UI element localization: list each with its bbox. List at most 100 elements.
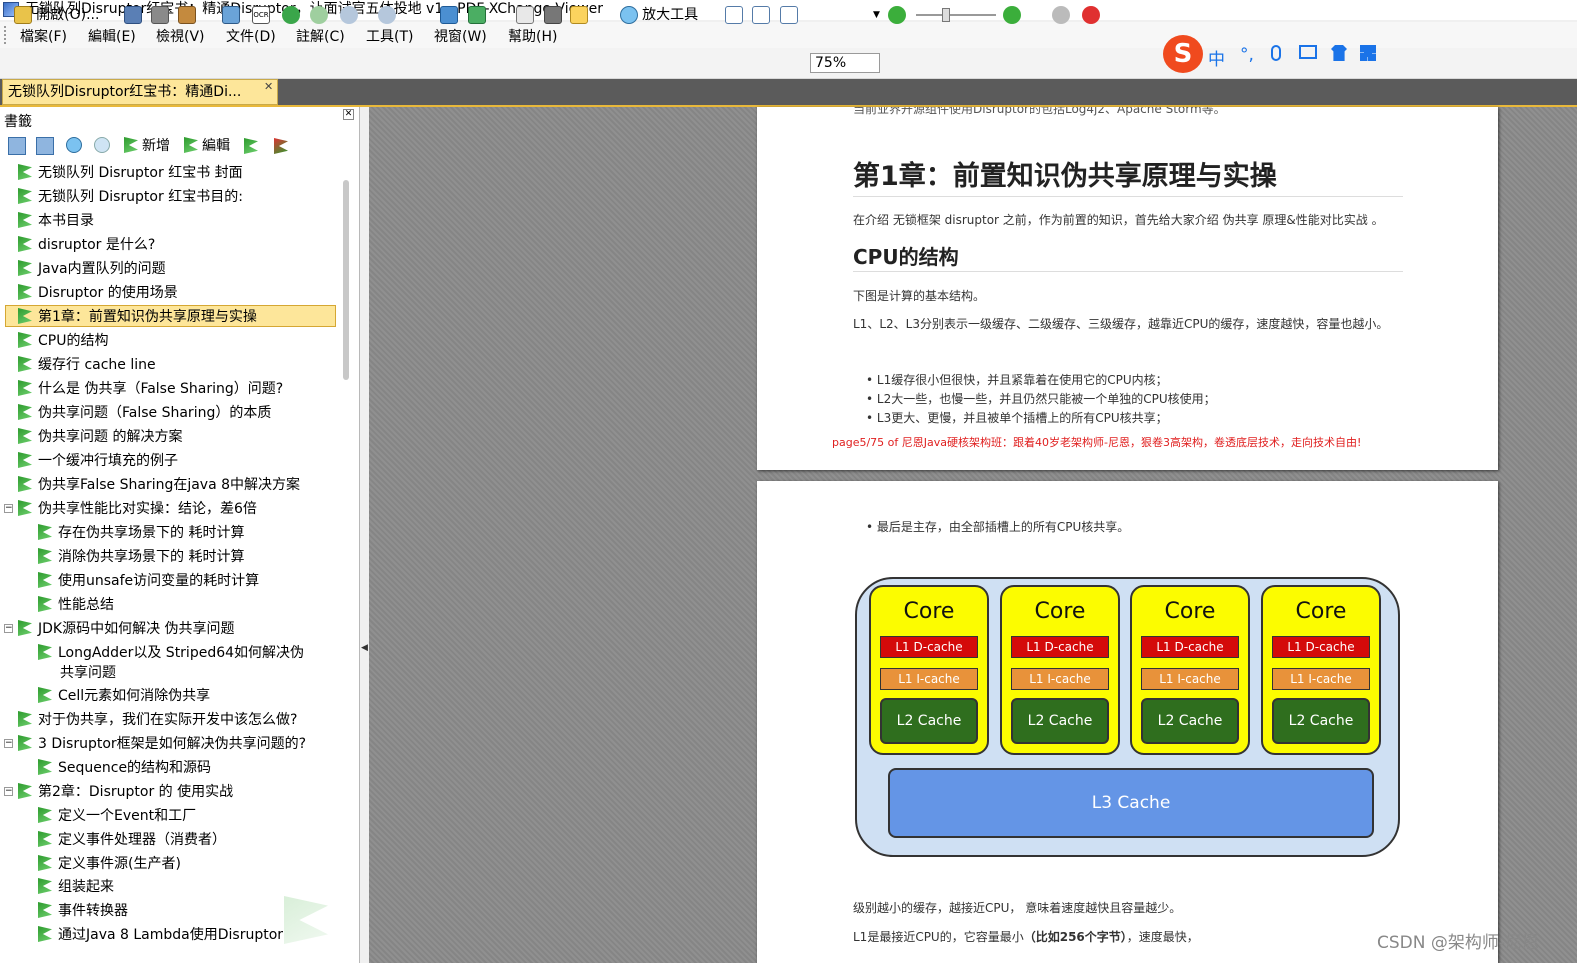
bookmark-item[interactable]: Sequence的结构和源码 xyxy=(38,757,211,779)
bookmark-item[interactable]: CPU的结构 xyxy=(18,330,108,352)
zoom-out-icon[interactable] xyxy=(888,6,906,24)
bookmark-item[interactable]: Disruptor 的使用场景 xyxy=(18,282,178,304)
bookmark-label: 伪共享False Sharing在java 8中解决方案 xyxy=(38,477,301,493)
panel-close-icon[interactable]: ✕ xyxy=(343,109,354,120)
menu-document[interactable]: 文件(D) xyxy=(226,26,276,46)
zoom-slider[interactable] xyxy=(916,14,996,16)
bookmark-item[interactable]: − 伪共享性能比对实操：结论，差6倍 xyxy=(4,498,257,520)
snapshot-icon[interactable] xyxy=(544,6,562,24)
bookmark-icon xyxy=(38,596,52,612)
bookmark-item[interactable]: 定义事件处理器（消费者） xyxy=(38,829,226,851)
menu-tools[interactable]: 工具(T) xyxy=(366,26,413,46)
bookmark-icon xyxy=(18,711,32,727)
menu-file[interactable]: 檔案(F) xyxy=(20,26,67,46)
bookmark-icon xyxy=(18,620,32,636)
bookmark-item[interactable]: 通过Java 8 Lambda使用Disruptor xyxy=(38,924,283,946)
scan-icon[interactable] xyxy=(222,6,240,24)
menu-edit[interactable]: 編輯(E) xyxy=(88,26,136,46)
bookmark-item[interactable]: − JDK源码中如何解决 伪共享问题 xyxy=(4,618,235,640)
folder-icon xyxy=(14,6,32,24)
document-tab[interactable]: 无锁队列Disruptor红宝书：精通Di... xyxy=(2,79,278,105)
undo-icon[interactable] xyxy=(340,6,358,24)
save-icon[interactable] xyxy=(124,6,142,24)
bookmark-item[interactable]: Java内置队列的问题 xyxy=(18,258,166,280)
fit-page-icon[interactable] xyxy=(752,6,770,24)
bookmark-item[interactable]: 性能总结 xyxy=(38,594,114,616)
page-nav-icon[interactable] xyxy=(468,6,486,24)
fit-width-icon[interactable] xyxy=(780,6,798,24)
bookmark-item[interactable]: 伪共享问题 的解决方案 xyxy=(18,426,182,448)
bookmark-item-selected[interactable]: 第1章：前置知识伪共享原理与实操 xyxy=(5,305,336,327)
expand-all-icon[interactable] xyxy=(8,137,26,155)
bookmark-item[interactable]: 使用unsafe访问变量的耗时计算 xyxy=(38,570,259,592)
open-button[interactable]: 開啟(O)... xyxy=(14,6,99,24)
select-icon[interactable] xyxy=(570,6,588,24)
tab-close-icon[interactable]: ✕ xyxy=(264,80,273,93)
bookmark-item[interactable]: 事件转换器 xyxy=(38,900,128,922)
bookmark-item[interactable]: 什么是 伪共享（False Sharing）问题? xyxy=(18,378,283,400)
print-icon[interactable] xyxy=(151,6,169,24)
collapse-toggle-icon[interactable]: − xyxy=(4,787,13,796)
add-bookmark-button[interactable]: 新增 xyxy=(124,134,170,158)
bookmark-icon xyxy=(38,759,52,775)
bookmark-item-continued[interactable]: 共享问题 xyxy=(60,662,116,684)
collapse-toggle-icon[interactable]: − xyxy=(4,739,13,748)
bookmark-item[interactable]: 伪共享False Sharing在java 8中解决方案 xyxy=(18,474,300,496)
rotate-icon[interactable] xyxy=(440,6,458,24)
edit-bookmark-button[interactable]: 編輯 xyxy=(184,134,230,158)
bookmarks-scrollbar[interactable] xyxy=(343,180,349,380)
forward-icon[interactable] xyxy=(310,6,328,24)
zoom-tool-button[interactable]: 放大工具 xyxy=(620,6,698,24)
zoom-select[interactable]: 75% xyxy=(810,53,880,73)
page-heading-2: CPU的结构 xyxy=(853,245,959,269)
bookmark-item[interactable]: 组装起来 xyxy=(38,876,114,898)
redo-icon[interactable] xyxy=(378,6,396,24)
zoom-in-icon[interactable] xyxy=(1003,6,1021,24)
back-icon[interactable] xyxy=(282,6,300,24)
ocr-icon[interactable]: OCR xyxy=(252,6,270,24)
menu-help[interactable]: 幫助(H) xyxy=(508,26,557,46)
bookmark-item[interactable]: 定义一个Event和工厂 xyxy=(38,805,196,827)
link-icon[interactable] xyxy=(1052,6,1070,24)
menu-comment[interactable]: 註解(C) xyxy=(296,26,345,46)
menu-window[interactable]: 視窗(W) xyxy=(434,26,487,46)
menu-view[interactable]: 檢視(V) xyxy=(156,26,205,46)
hand-icon[interactable] xyxy=(516,6,534,24)
panel-splitter[interactable]: ◀ xyxy=(360,107,369,963)
bookmark-item[interactable]: − 第2章：Disruptor 的 使用实战 xyxy=(4,781,233,803)
bookmark-item[interactable]: 缓存行 cache line xyxy=(18,354,156,376)
bookmark-item[interactable]: 无锁队列 Disruptor 红宝书目的: xyxy=(18,186,243,208)
ime-punct-toggle[interactable]: °, xyxy=(1240,45,1254,65)
collapse-toggle-icon[interactable]: − xyxy=(4,504,13,513)
bookmark-item[interactable]: 对于伪共享，我们在实际开发中该怎么做? xyxy=(18,709,297,731)
spell-check-icon[interactable] xyxy=(1082,6,1100,24)
sogou-logo-icon[interactable]: S xyxy=(1163,35,1203,73)
bookmark-item[interactable]: 定义事件源(生产者) xyxy=(38,853,181,875)
collapse-toggle-icon[interactable]: − xyxy=(4,624,13,633)
ime-lang-toggle[interactable]: 中 xyxy=(1208,45,1225,70)
bookmark-item[interactable]: 无锁队列 Disruptor 红宝书 封面 xyxy=(18,162,243,184)
actual-size-icon[interactable] xyxy=(725,6,743,24)
zoom-slider-thumb[interactable] xyxy=(942,8,950,22)
menu-grip[interactable] xyxy=(4,26,9,44)
microphone-icon[interactable] xyxy=(1271,45,1281,61)
bookmark-item[interactable]: LongAdder以及 Striped64如何解决伪 xyxy=(38,642,304,664)
collapse-all-icon[interactable] xyxy=(36,137,54,155)
export-icon[interactable] xyxy=(178,6,196,24)
bookmark-item[interactable]: 一个缓冲行填充的例子 xyxy=(18,450,178,472)
zoom-dropdown-chevron-icon[interactable]: ▼ xyxy=(873,6,880,24)
bookmark-item[interactable]: 存在伪共享场景下的 耗时计算 xyxy=(38,522,244,544)
skin-icon[interactable] xyxy=(1331,45,1347,61)
bookmark-item[interactable]: 本书目录 xyxy=(18,210,94,232)
collapse-panel-icon[interactable]: ◀ xyxy=(361,643,368,653)
toolbox-icon[interactable] xyxy=(1360,45,1376,61)
bookmark-item[interactable]: Cell元素如何消除伪共享 xyxy=(38,685,210,707)
paragraph-text: L1是最接近CPU的，它容量最小 xyxy=(853,930,1024,944)
text-smaller-icon[interactable] xyxy=(94,137,110,153)
text-larger-icon[interactable] xyxy=(66,137,82,153)
bookmark-item[interactable]: 消除伪共享场景下的 耗时计算 xyxy=(38,546,244,568)
keyboard-icon[interactable] xyxy=(1299,45,1317,59)
bookmark-item[interactable]: disruptor 是什么? xyxy=(18,234,155,256)
bookmark-item[interactable]: 伪共享问题（False Sharing）的本质 xyxy=(18,402,271,424)
bookmark-item[interactable]: − 3 Disruptor框架是如何解决伪共享问题的? xyxy=(4,733,306,755)
